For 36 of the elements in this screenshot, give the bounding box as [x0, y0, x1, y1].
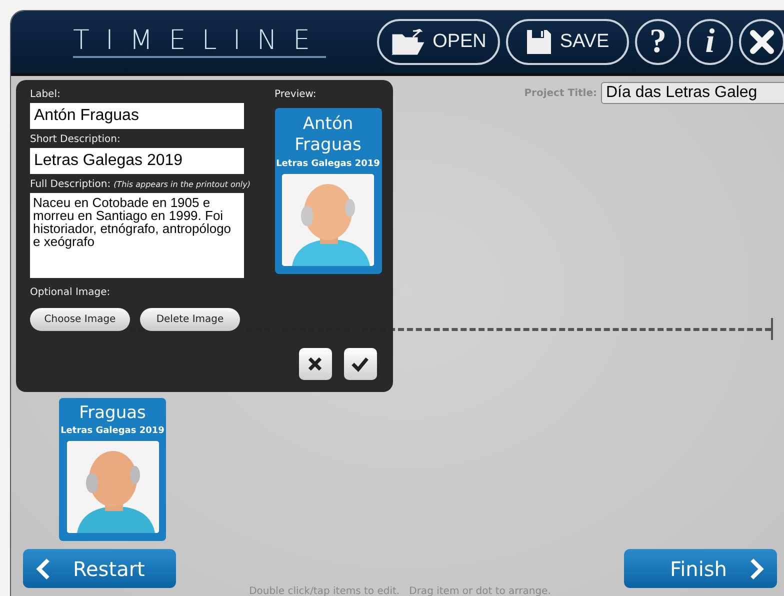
- card-subtitle: Letras Galegas 2019: [276, 159, 380, 169]
- info-button[interactable]: i: [687, 19, 733, 65]
- app-logo: TIMELINE: [73, 26, 326, 58]
- chevron-right-icon: [748, 558, 765, 580]
- confirm-button[interactable]: [344, 348, 376, 380]
- cancel-button[interactable]: [298, 348, 332, 380]
- chevron-left-icon: [35, 558, 51, 580]
- preview-label: Preview:: [274, 88, 318, 102]
- save-button[interactable]: SAVE: [506, 19, 629, 65]
- full-description-field[interactable]: Naceu en Cotobade en 1905 e morreu en Santiago en 1999. Foi historiador, etnógrafo, antropólogo e xeógrafo: [30, 193, 244, 278]
- field-label: Full Description:: [30, 178, 111, 192]
- close-icon: [747, 27, 777, 57]
- cross-icon: [307, 356, 323, 372]
- help-button[interactable]: ?: [635, 19, 681, 65]
- timeline-item-card[interactable]: Fraguas Letras Galegas 2019: [59, 398, 166, 541]
- field-label: Short Description:: [30, 133, 122, 147]
- field-note: (This appears in the printout only): [114, 180, 250, 189]
- timeline-end-mark: [771, 318, 773, 340]
- close-button[interactable]: [739, 19, 784, 65]
- restart-button[interactable]: Restart: [23, 549, 176, 588]
- field-label: Optional Image:: [30, 286, 112, 300]
- hint-text: Double click/tap items to edit. Drag item or dot to arrange.: [249, 586, 551, 596]
- label-field[interactable]: Antón Fraguas: [30, 103, 244, 129]
- field-label: Label:: [30, 88, 62, 102]
- card-title: Antón Fraguas: [294, 114, 362, 156]
- short-description-field[interactable]: Letras Galegas 2019: [30, 148, 244, 174]
- image-button[interactable]: Choose Image: [30, 308, 130, 331]
- project-title-field[interactable]: Día das Letras Galeg: [601, 82, 784, 104]
- image-button[interactable]: Delete Image: [140, 308, 240, 331]
- card-title: Fraguas: [79, 404, 146, 423]
- check-icon: [351, 356, 369, 372]
- card-subtitle: Letras Galegas 2019: [60, 426, 164, 436]
- finish-button[interactable]: Finish: [624, 549, 777, 588]
- open-button[interactable]: OPEN: [377, 19, 500, 65]
- project-title-label: Project Title:: [524, 88, 597, 98]
- folder-icon: [390, 29, 425, 55]
